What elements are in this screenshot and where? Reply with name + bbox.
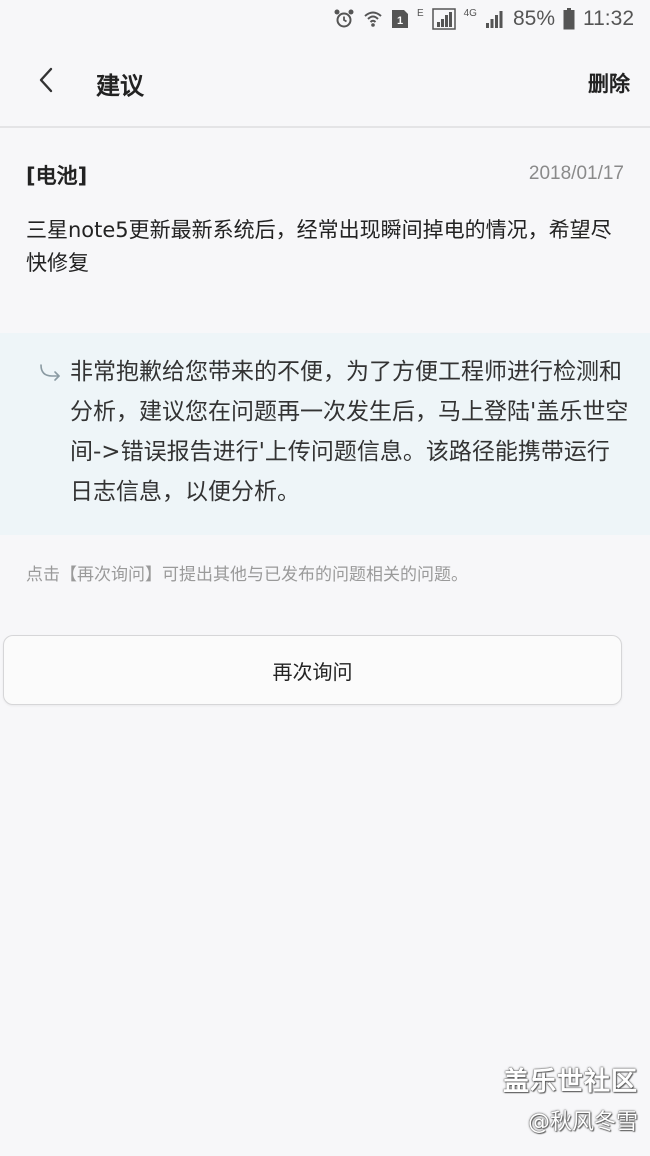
header-divider bbox=[0, 126, 650, 128]
back-button[interactable] bbox=[24, 60, 68, 104]
reply-arrow-icon bbox=[38, 363, 62, 389]
signal-icon bbox=[431, 8, 456, 30]
question-date: 2018/01/17 bbox=[528, 163, 624, 184]
watermark: 盖乐世社区 @秋风冬雪 bbox=[503, 1061, 638, 1136]
network-e-label: E bbox=[416, 8, 424, 19]
ask-again-hint: 点击【再次询问】可提出其他与已发布的问题相关的问题。 bbox=[26, 565, 468, 585]
clock: 11:32 bbox=[583, 7, 634, 30]
chevron-left-icon bbox=[36, 66, 56, 98]
svg-text:1: 1 bbox=[397, 15, 403, 27]
wifi-icon bbox=[363, 9, 383, 29]
ask-again-button[interactable]: 再次询问 bbox=[3, 635, 622, 705]
app-header: 建议 删除 bbox=[0, 38, 650, 126]
status-bar: 1 E 4G 85% 11:32 bbox=[0, 0, 650, 38]
sim-icon: 1 bbox=[391, 9, 409, 29]
watermark-author: @秋风冬雪 bbox=[527, 1110, 638, 1135]
page-title: 建议 bbox=[96, 72, 144, 100]
battery-percent: 85% bbox=[512, 7, 555, 30]
question-text: 三星note5更新最新系统后，经常出现瞬间掉电的情况，希望尽快修复 bbox=[26, 218, 612, 275]
network-4g-label: 4G bbox=[463, 8, 477, 19]
alarm-icon bbox=[333, 8, 355, 30]
delete-button[interactable]: 删除 bbox=[588, 68, 630, 98]
signal-icon-2 bbox=[485, 9, 505, 29]
battery-icon bbox=[563, 8, 575, 30]
watermark-community: 盖乐世社区 bbox=[502, 1067, 638, 1097]
question-category: [电池] bbox=[26, 164, 88, 188]
answer-panel: 非常抱歉给您带来的不便，为了方便工程师进行检测和分析，建议您在问题再一次发生后，… bbox=[0, 333, 650, 535]
answer-text: 非常抱歉给您带来的不便，为了方便工程师进行检测和分析，建议您在问题再一次发生后，… bbox=[70, 359, 629, 505]
